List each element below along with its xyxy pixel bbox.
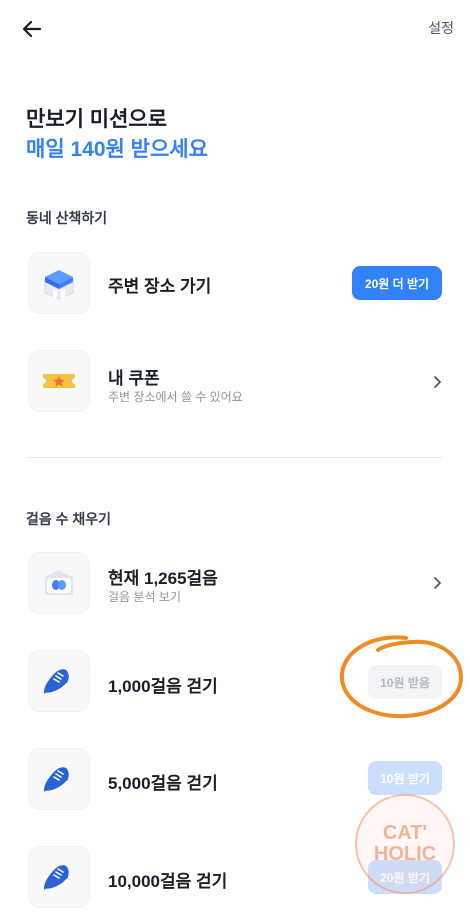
place-icon-tile (28, 252, 90, 314)
walk-5000-title: 5,000걸음 걷기 (108, 774, 218, 793)
back-arrow-icon[interactable] (18, 14, 48, 44)
my-coupons-subtitle: 주변 장소에서 쓸 수 있어요 (108, 390, 243, 404)
nearby-place-title: 주변 장소 가기 (108, 277, 212, 296)
steps-analysis-link[interactable]: 걸음 분석 보기 (108, 588, 181, 605)
highlight-annotation-circle (339, 635, 464, 719)
watermark-line1: CAT' (382, 822, 428, 844)
sneaker-icon-tile (28, 650, 90, 712)
chevron-right-icon[interactable] (430, 375, 444, 389)
hero-title-line2: 매일 140원 받으세요 (26, 138, 208, 161)
steps-analysis-icon-tile (28, 552, 90, 614)
settings-link[interactable]: 설정 (428, 18, 454, 38)
sneaker-icon (44, 767, 69, 794)
section-title-fill-steps: 걸음 수 채우기 (26, 511, 112, 527)
coupon-icon-tile (28, 350, 90, 412)
my-coupons-title: 내 쿠폰 (108, 369, 160, 388)
get-10-won-button[interactable]: 10원 받기 (368, 761, 442, 795)
watermark-line2: HOLIC (373, 843, 437, 865)
place-icon (44, 270, 74, 300)
section-divider (28, 457, 442, 458)
walk-10000-title: 10,000걸음 걷기 (108, 872, 228, 891)
walk-1000-title: 1,000걸음 걷기 (108, 677, 218, 696)
sneaker-icon-tile (28, 748, 90, 810)
sneaker-icon (44, 669, 69, 696)
watermark-stamp: CAT' HOLIC (355, 794, 455, 894)
steps-analysis-icon (45, 570, 73, 595)
sneaker-icon-tile (28, 846, 90, 908)
hero-title-line1: 만보기 미션으로 (26, 108, 168, 131)
coupon-icon (43, 374, 75, 388)
get-20-more-button[interactable]: 20원 더 받기 (352, 266, 442, 300)
current-steps-title: 현재 1,265걸음 (108, 569, 218, 588)
sneaker-icon (44, 865, 69, 892)
section-title-neighborhood-walk: 동네 산책하기 (26, 210, 108, 226)
chevron-right-icon[interactable] (430, 576, 444, 590)
